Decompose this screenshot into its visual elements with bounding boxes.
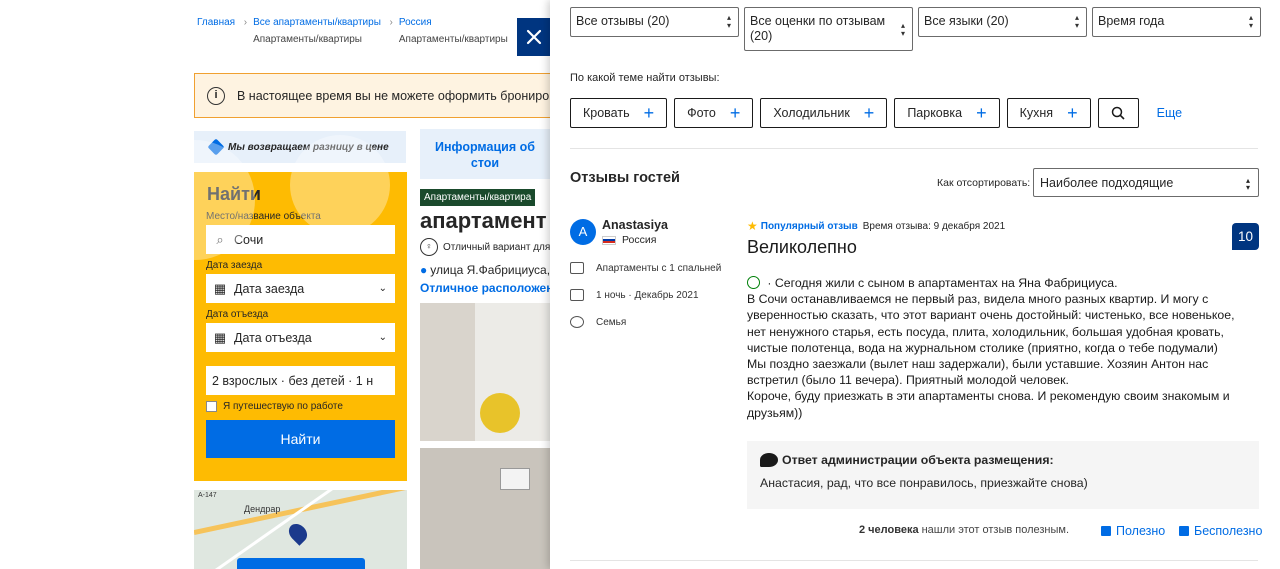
reviewer-name: Anastasiya xyxy=(602,218,669,232)
russia-flag-icon xyxy=(602,235,616,245)
checkin-label: Дата заезда xyxy=(206,260,263,271)
review-text: · Сегодня жили с сыном в апартаментах на… xyxy=(747,276,1235,420)
topic-chips: Кровать + Фото + Холодильник + Парковка + Ку… xyxy=(570,98,1182,128)
popular-review-badge: ★ Популярный отзыв Время отзыва: 9 декаб… xyxy=(747,219,1006,233)
sort-arrows-icon: ▴ ▾ xyxy=(1245,176,1250,192)
guests-select[interactable]: 2 взрослых · без детей · 1 н xyxy=(206,366,395,395)
sort-arrows-icon: ▴ ▾ xyxy=(1248,13,1253,30)
plus-icon: + xyxy=(976,103,987,123)
topic-chip-parking[interactable]: Парковка + xyxy=(894,98,1000,128)
plus-icon: + xyxy=(643,103,655,123)
divider xyxy=(570,148,1258,149)
sort-arrows-icon: ▴ ▾ xyxy=(900,21,905,38)
map-place-label: Дендрар xyxy=(244,504,281,514)
breadcrumb-all-apartments[interactable]: Все апартаменты/квартиры › Апартаменты/ква… xyxy=(253,17,393,45)
group-icon xyxy=(570,316,584,328)
ratings-filter-select[interactable]: Все оценки по отзывам (20) ▴ ▾ xyxy=(744,7,913,51)
alert-text: В настоящее время вы не можете оформить … xyxy=(237,88,570,103)
checkbox-box[interactable] xyxy=(206,401,217,412)
checkout-input[interactable]: ▦ Дата отъезда ⌄ xyxy=(206,323,395,352)
chevron-down-icon: ⌄ xyxy=(378,283,387,294)
reviewer-room: Апартаменты с 1 спальней xyxy=(570,262,721,274)
topic-chip-bed[interactable]: Кровать + xyxy=(570,98,668,128)
more-topics-link[interactable]: Еще xyxy=(1157,106,1182,120)
plus-icon: + xyxy=(1067,103,1078,123)
reviews-filter-select[interactable]: Все отзывы (20) ▴ ▾ xyxy=(570,7,739,37)
plus-icon: + xyxy=(729,103,741,123)
map-pin-icon xyxy=(285,520,311,546)
helpful-button[interactable]: Полезно xyxy=(1101,524,1165,538)
map-preview[interactable]: А-147 Дендрар xyxy=(194,490,407,569)
close-button[interactable] xyxy=(517,18,550,56)
sort-label: Как отсортировать: xyxy=(937,177,1031,189)
watermark xyxy=(135,140,255,260)
sort-arrows-icon: ▴ ▾ xyxy=(1074,13,1079,30)
guest-reviews-title: Отзывы гостей xyxy=(570,170,680,186)
sort-arrows-icon: ▴ ▾ xyxy=(726,13,731,30)
avatar: A xyxy=(570,219,596,245)
review-filters: Все отзывы (20) ▴ ▾ Все оценки по отзывам … xyxy=(570,7,1261,51)
calendar-icon: ▦ xyxy=(213,280,227,296)
thumbs-down-icon xyxy=(1179,526,1189,536)
reviewer-stay: 1 ночь · Декабрь 2021 xyxy=(570,289,699,301)
sort-select[interactable]: Наиболее подходящие ▴ ▾ xyxy=(1033,168,1259,197)
close-icon xyxy=(526,29,541,45)
plus-icon: + xyxy=(863,103,875,123)
show-on-map-button[interactable] xyxy=(237,558,365,569)
calendar-icon xyxy=(570,289,584,301)
watermark xyxy=(290,135,390,235)
reply-text: Анастасия, рад, что все понравилось, при… xyxy=(760,476,1088,490)
breadcrumb: Главная › Все апартаменты/квартиры › Апарта… xyxy=(197,17,526,45)
bed-icon xyxy=(570,262,584,274)
topic-search-button[interactable] xyxy=(1097,98,1139,128)
business-trip-checkbox[interactable]: Я путешествую по работе xyxy=(206,401,395,412)
search-icon xyxy=(1111,106,1125,120)
location-pin-icon: ● xyxy=(420,263,428,277)
not-helpful-button[interactable]: Бесполезно xyxy=(1179,524,1262,538)
breadcrumb-home[interactable]: Главная › xyxy=(197,17,247,45)
topics-label: По какой теме найти отзывы: xyxy=(570,72,720,84)
review-title: Великолепно xyxy=(747,237,857,257)
reviewer-country: Россия xyxy=(602,234,656,246)
languages-filter-select[interactable]: Все языки (20) ▴ ▾ xyxy=(918,7,1087,37)
property-title: апартамент xyxy=(420,208,547,233)
season-filter-select[interactable]: Время года ▴ ▾ xyxy=(1092,7,1261,37)
property-photo[interactable] xyxy=(420,448,550,569)
reviewer-group: Семья xyxy=(570,316,626,328)
topic-chip-photo[interactable]: Фото + xyxy=(674,98,754,128)
thumbs-up-icon xyxy=(1101,526,1111,536)
review-score: 10 xyxy=(1232,223,1259,250)
calendar-icon: ▦ xyxy=(213,329,227,345)
info-icon: i xyxy=(207,86,225,105)
chat-bubble-icon xyxy=(760,453,778,467)
topic-chip-fridge[interactable]: Холодильник + xyxy=(760,98,888,128)
checkout-label: Дата отъезда xyxy=(206,309,269,320)
property-type-badge: Апартаменты/квартира xyxy=(420,189,536,206)
search-button[interactable]: Найти xyxy=(206,420,395,458)
checkin-input[interactable]: ▦ Дата заезда ⌄ xyxy=(206,274,395,303)
info-price-box[interactable]: Информация об стои xyxy=(420,129,550,179)
reviews-panel: Все отзывы (20) ▴ ▾ Все оценки по отзывам … xyxy=(550,0,1280,569)
family-icon: ♀ xyxy=(420,238,438,256)
smile-icon xyxy=(747,276,760,289)
property-address: ● улица Я.Фабрициуса, xyxy=(420,263,550,277)
chevron-down-icon: ⌄ xyxy=(378,332,387,343)
property-photo[interactable] xyxy=(420,303,550,441)
property-reply: Ответ администрации объекта размещения: … xyxy=(747,441,1259,509)
location-link[interactable]: Отличное расположен xyxy=(420,281,550,295)
helpful-count: 2 человека нашли этот отзыв полезным. xyxy=(859,524,1070,536)
booking-alert: i В настоящее время вы не можете оформит… xyxy=(194,73,574,118)
property-option: ♀ Отличный вариант для xyxy=(420,238,550,256)
topic-chip-kitchen[interactable]: Кухня + xyxy=(1006,98,1091,128)
map-road-label: А-147 xyxy=(198,492,217,499)
star-icon: ★ xyxy=(747,219,758,233)
divider xyxy=(570,560,1258,561)
breadcrumb-russia[interactable]: Россия Апартаменты/квартиры xyxy=(399,17,508,45)
review-date: Время отзыва: 9 декабря 2021 xyxy=(862,220,1006,232)
